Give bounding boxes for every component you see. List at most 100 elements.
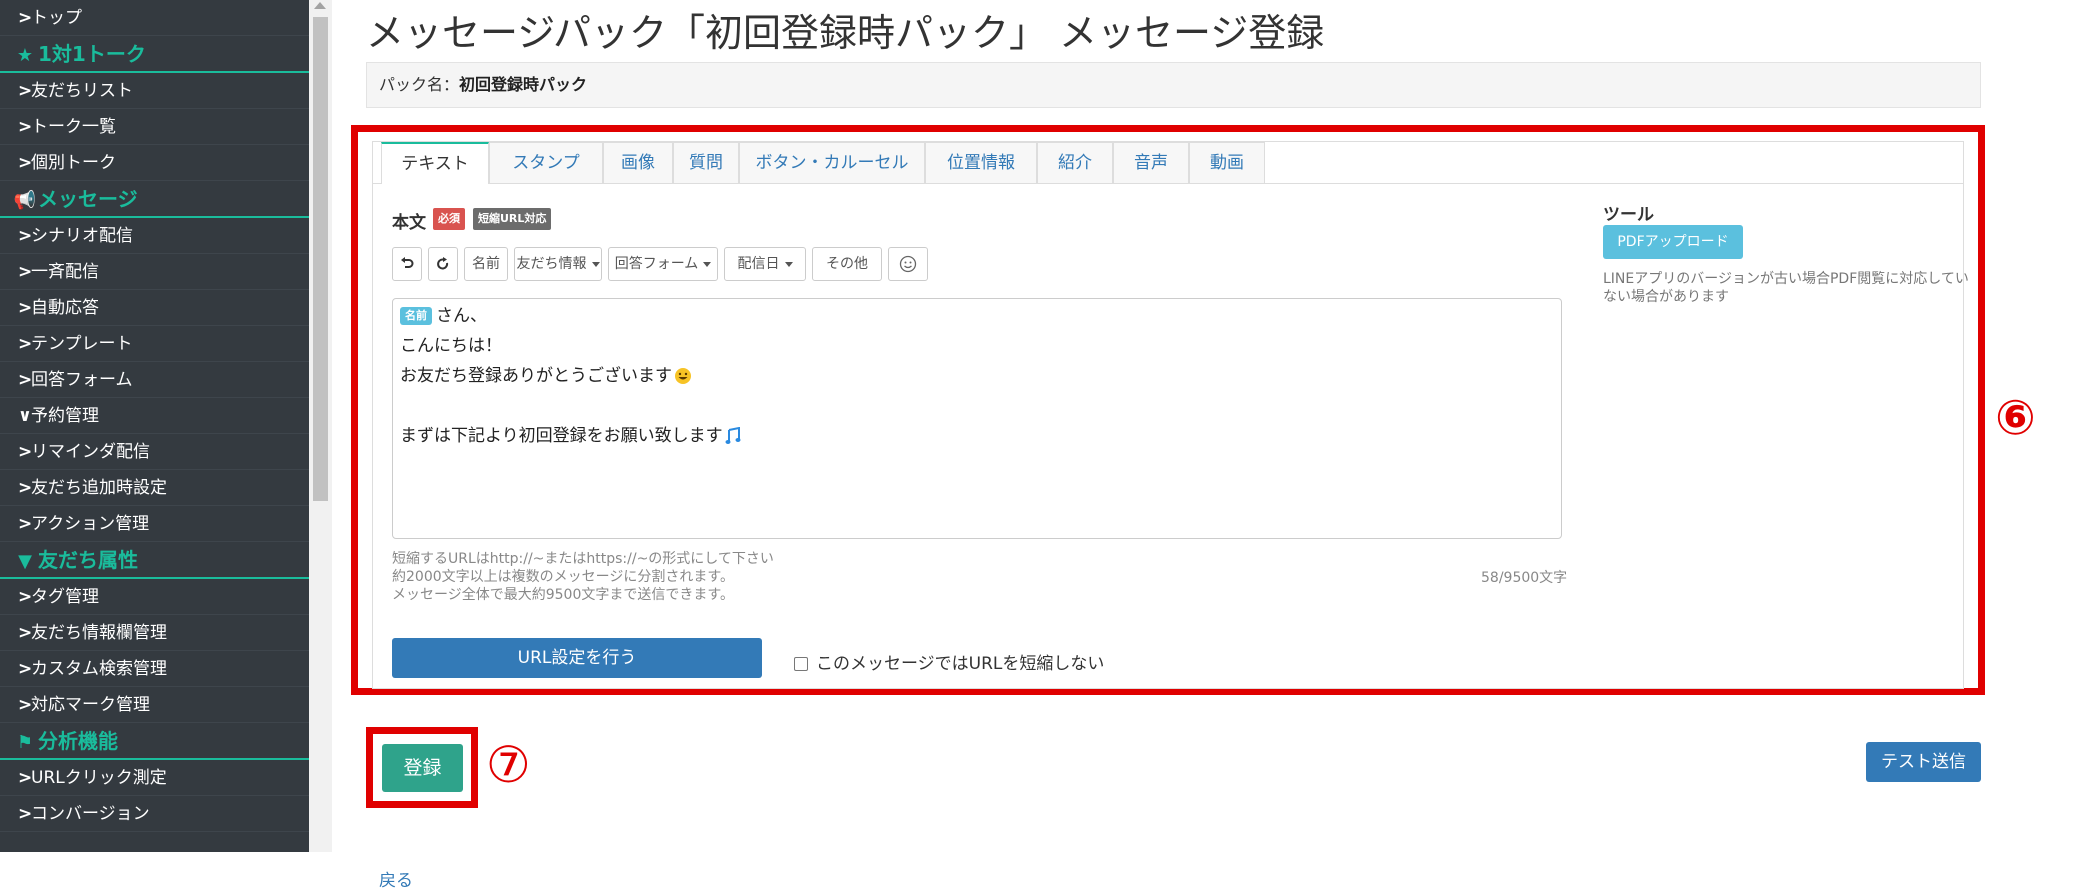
- tab-1[interactable]: スタンプ: [489, 142, 603, 183]
- sidebar-item-label: 友だち追加時設定: [31, 478, 167, 498]
- editor-line-5: まずは下記より初回登録をお願い致します: [400, 426, 723, 446]
- message-editor-panel: テキスト スタンプ 画像 質問 ボタン・カルーセル 位置情報 紹介 音声 動画 本文 必須 短縮…: [372, 141, 1969, 689]
- sidebar-item-16[interactable]: >タグ管理: [0, 579, 309, 615]
- sidebar-item-label: カスタム検索管理: [31, 659, 167, 679]
- no-shorten-label: このメッセージではURLを短縮しない: [816, 654, 1105, 674]
- sidebar-item-19[interactable]: >対応マーク管理: [0, 687, 309, 723]
- undo-button[interactable]: [392, 247, 422, 281]
- sidebar-item-label: トップ: [31, 8, 82, 28]
- scroll-up-arrow-icon[interactable]: [314, 2, 326, 9]
- grinning-emoji-icon: [675, 368, 691, 384]
- sidebar-item-label: 1対1トーク: [38, 42, 146, 66]
- message-body-editor[interactable]: 名前 さん、 こんにちは！ お友だち登録ありがとうございます まずは下記より初回登…: [392, 298, 1562, 539]
- tab-0[interactable]: テキスト: [381, 142, 489, 184]
- split-note: 約2000文字以上は複数のメッセージに分割されます。: [392, 569, 734, 585]
- no-shorten-url-checkbox[interactable]: このメッセージではURLを短縮しない: [794, 649, 1104, 674]
- sidebar-item-7[interactable]: >一斉配信: [0, 254, 309, 290]
- sidebar-item-17[interactable]: >友だち情報欄管理: [0, 615, 309, 651]
- checkbox-box[interactable]: [794, 657, 808, 671]
- sidebar-item-label: メッセージ: [38, 187, 138, 211]
- annotation-marker-7: ⑦: [486, 736, 531, 794]
- tab-8[interactable]: 動画: [1189, 142, 1265, 183]
- tab-3[interactable]: 質問: [673, 142, 739, 183]
- sidebar-item-18[interactable]: >カスタム検索管理: [0, 651, 309, 687]
- chevron-right-icon: >: [18, 370, 33, 390]
- sidebar-item-label: 分析機能: [38, 729, 118, 753]
- page-title: メッセージパック「初回登録時パック」 メッセージ登録: [366, 11, 1325, 55]
- tab-6[interactable]: 紹介: [1037, 142, 1113, 183]
- answer-form-dropdown[interactable]: 回答フォーム: [608, 247, 718, 281]
- chevron-right-icon: >: [18, 153, 33, 173]
- sidebar-section-20: ⚑ 分析機能: [0, 723, 309, 760]
- sidebar-item-label: 友だち情報欄管理: [31, 623, 167, 643]
- chevron-right-icon: >: [18, 226, 33, 246]
- friend-info-dropdown[interactable]: 友だち情報: [514, 247, 602, 281]
- sidebar-section-5: 📢メッセージ: [0, 181, 309, 218]
- sidebar-item-8[interactable]: >自動応答: [0, 290, 309, 326]
- chevron-right-icon: >: [18, 8, 33, 28]
- pack-name-value: 初回登録時パック: [459, 75, 588, 94]
- message-editor-panel-highlight: テキスト スタンプ 画像 質問 ボタン・カルーセル 位置情報 紹介 音声 動画 本文 必須 短縮…: [351, 125, 1985, 695]
- sidebar-item-12[interactable]: >リマインダ配信: [0, 434, 309, 470]
- sidebar-item-9[interactable]: >テンプレート: [0, 326, 309, 362]
- tab-4[interactable]: ボタン・カルーセル: [739, 142, 925, 183]
- test-send-button[interactable]: テスト送信: [1866, 742, 1981, 782]
- sidebar-item-10[interactable]: >回答フォーム: [0, 362, 309, 398]
- chevron-right-icon: >: [18, 81, 33, 101]
- music-note-emoji-icon: [725, 427, 741, 444]
- chevron-right-icon: >: [18, 478, 33, 498]
- caret-down-icon: [784, 261, 793, 267]
- body-label: 本文: [392, 213, 426, 233]
- emoji-button[interactable]: [888, 247, 928, 281]
- sidebar-item-label: テンプレート: [31, 334, 133, 354]
- sidebar-item-14[interactable]: >アクション管理: [0, 506, 309, 542]
- sidebar-item-label: タグ管理: [31, 587, 99, 607]
- redo-icon: [437, 257, 449, 270]
- sidebar-bottom-gap: [0, 852, 309, 896]
- tools-title: ツール: [1603, 205, 1654, 225]
- friend-info-label: 友だち情報: [516, 256, 587, 272]
- chevron-right-icon: >: [18, 514, 33, 534]
- sidebar-section-1: ★ 1対1トーク: [0, 36, 309, 73]
- redo-button[interactable]: [428, 247, 458, 281]
- register-button[interactable]: 登録: [382, 744, 463, 792]
- sidebar-scrollbar[interactable]: [309, 0, 332, 852]
- url-settings-button[interactable]: URL設定を行う: [392, 638, 762, 678]
- tab-7[interactable]: 音声: [1113, 142, 1189, 183]
- annotation-marker-6: ⑥: [1995, 390, 2036, 446]
- tab-5[interactable]: 位置情報: [925, 142, 1037, 183]
- scrollbar-thumb[interactable]: [313, 17, 328, 501]
- sidebar-item-22[interactable]: >コンバージョン: [0, 796, 309, 832]
- caret-down-icon: [703, 261, 712, 267]
- undo-icon: [401, 257, 414, 268]
- back-link[interactable]: 戻る: [379, 866, 413, 891]
- sidebar-item-label: 対応マーク管理: [31, 695, 150, 715]
- chevron-right-icon: >: [18, 587, 33, 607]
- flag-icon: ⚑: [16, 732, 34, 753]
- sidebar-item-6[interactable]: >シナリオ配信: [0, 218, 309, 254]
- chevron-right-icon: >: [18, 117, 33, 137]
- sidebar-item-13[interactable]: >友だち追加時設定: [0, 470, 309, 506]
- sidebar-item-0[interactable]: >トップ: [0, 0, 309, 36]
- chevron-right-icon: >: [18, 442, 33, 462]
- max-length-note: メッセージ全体で最大約9500文字まで送信できます。: [392, 587, 734, 603]
- sidebar-item-4[interactable]: >個別トーク: [0, 145, 309, 181]
- sidebar-item-2[interactable]: >友だちリスト: [0, 73, 309, 109]
- sidebar-item-3[interactable]: >トーク一覧: [0, 109, 309, 145]
- pdf-upload-button[interactable]: PDFアップロード: [1603, 225, 1743, 259]
- sidebar-item-label: アクション管理: [31, 514, 150, 534]
- sidebar-item-label: リマインダ配信: [31, 442, 150, 462]
- insert-name-button[interactable]: 名前: [464, 247, 508, 281]
- sidebar-item-11[interactable]: ∨予約管理: [0, 398, 309, 434]
- sidebar-item-label: URLクリック測定: [31, 768, 167, 788]
- sidebar-item-label: 予約管理: [31, 406, 99, 426]
- delivery-date-dropdown[interactable]: 配信日: [724, 247, 806, 281]
- editor-line-3: お友だち登録ありがとうございます: [400, 366, 672, 386]
- chevron-right-icon: >: [18, 804, 33, 824]
- sidebar-item-21[interactable]: >URLクリック測定: [0, 760, 309, 796]
- star-icon: ★: [16, 45, 34, 66]
- editor-line-1: さん、: [436, 306, 487, 326]
- sidebar-item-label: トーク一覧: [31, 117, 116, 137]
- tab-2[interactable]: 画像: [603, 142, 673, 183]
- other-button[interactable]: その他: [812, 247, 882, 281]
